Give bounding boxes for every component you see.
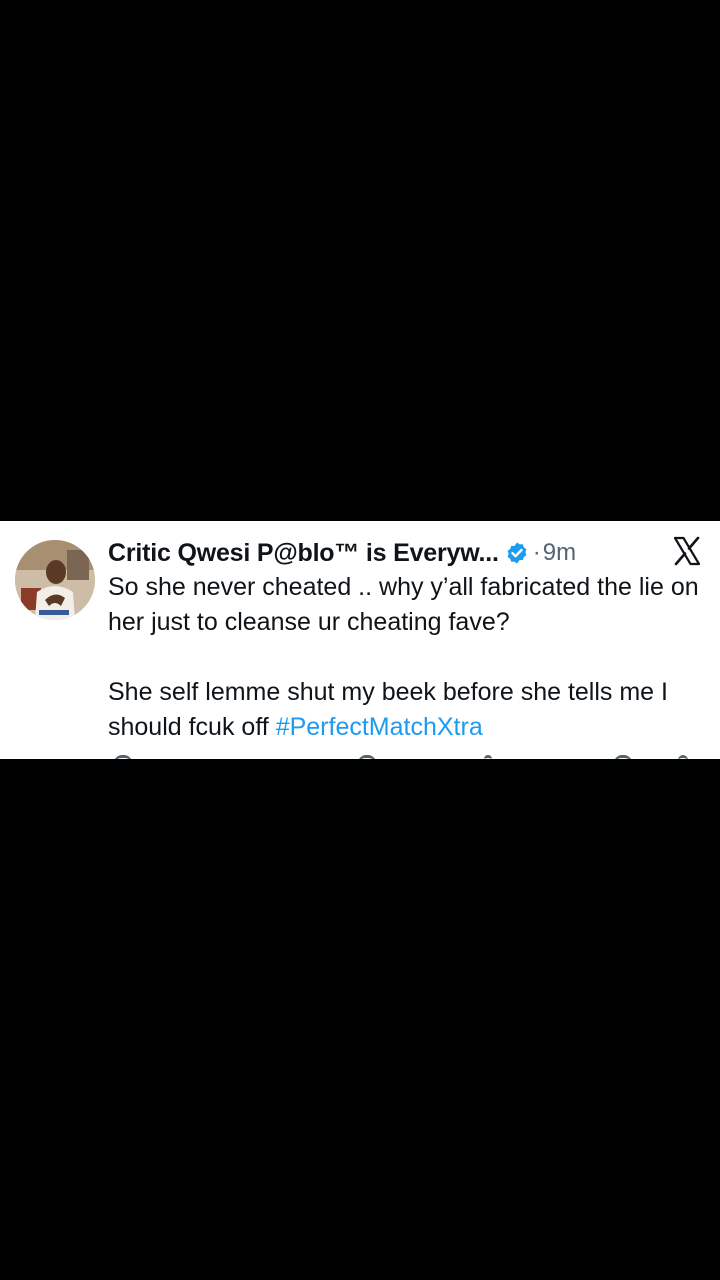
views-icon[interactable]: [484, 755, 492, 759]
tweet-header: Critic Qwesi P@blo™ is Everyw... · 9m: [108, 535, 576, 571]
screen: Critic Qwesi P@blo™ is Everyw... · 9m So…: [0, 0, 720, 1280]
tweet-card[interactable]: Critic Qwesi P@blo™ is Everyw... · 9m So…: [0, 521, 720, 759]
tweet-paragraph-2: She self lemme shut my beek before she t…: [108, 675, 708, 745]
separator-dot: ·: [532, 539, 541, 566]
profile-photo-icon: [15, 540, 95, 620]
tweet-paragraph-1: So she never cheated .. why y’all fabric…: [108, 573, 699, 636]
hashtag-link[interactable]: #PerfectMatchXtra: [276, 713, 483, 741]
action-bar: [108, 755, 698, 759]
avatar[interactable]: [15, 540, 95, 620]
verified-badge-icon[interactable]: [505, 541, 529, 565]
bookmark-icon[interactable]: [614, 755, 632, 759]
display-name[interactable]: Critic Qwesi P@blo™ is Everyw...: [108, 539, 499, 568]
timestamp[interactable]: 9m: [543, 539, 576, 567]
share-icon[interactable]: [678, 755, 688, 759]
x-logo-icon: [673, 536, 701, 566]
like-icon[interactable]: [358, 755, 376, 759]
tweet-text: So she never cheated .. why y’all fabric…: [108, 570, 708, 745]
reply-icon[interactable]: [114, 755, 132, 759]
